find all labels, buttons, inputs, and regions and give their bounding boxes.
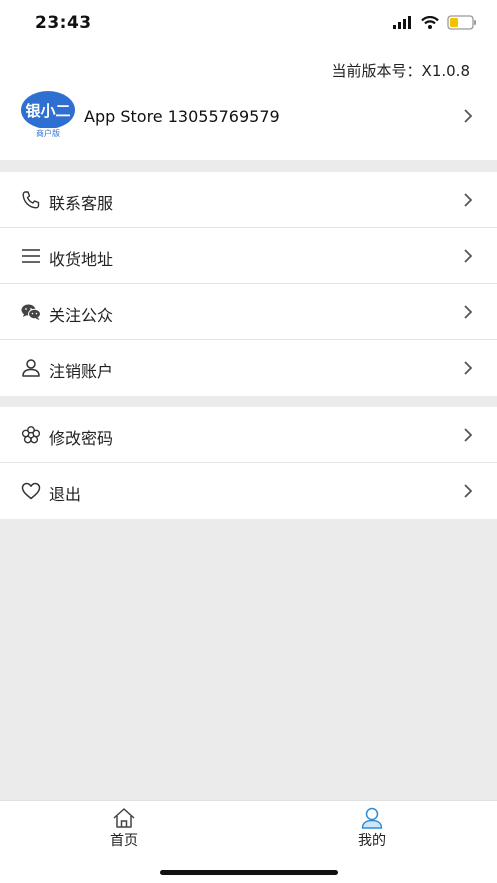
menu-item-shipping-address[interactable]: 收货地址	[0, 228, 497, 284]
chevron-right-icon	[464, 109, 473, 123]
chevron-right-icon	[464, 193, 473, 207]
status-icons	[393, 15, 477, 30]
battery-icon	[447, 15, 476, 30]
tab-label: 首页	[110, 833, 138, 849]
tab-home[interactable]: 首页	[74, 807, 174, 850]
user-icon	[22, 359, 40, 377]
menu-label: 收货地址	[49, 250, 114, 269]
menu-label: 联系客服	[49, 194, 114, 213]
menu-item-change-password[interactable]: 修改密码	[0, 407, 497, 463]
logo-main-text: 银小二	[25, 102, 70, 120]
heart-icon	[21, 482, 41, 500]
signal-icon	[393, 16, 411, 29]
home-icon	[113, 808, 135, 828]
brand-logo: 银小二 商户版	[21, 91, 75, 138]
menu-label: 关注公众	[49, 306, 114, 325]
menu-group-secondary: 修改密码 退出	[0, 407, 497, 519]
status-time: 23:43	[35, 13, 92, 33]
tab-bar: 首页 我的	[0, 800, 497, 883]
chevron-right-icon	[464, 361, 473, 375]
phone-icon	[22, 191, 40, 209]
chevron-right-icon	[464, 428, 473, 442]
wifi-icon	[421, 16, 439, 29]
menu-label: 修改密码	[49, 429, 114, 448]
tab-mine[interactable]: 我的	[322, 807, 422, 850]
profile-section: 当前版本号：X1.0.8 银小二 商户版 App Store 130557695…	[0, 48, 497, 160]
version-label: 当前版本号：X1.0.8	[331, 62, 470, 80]
account-name: App Store 13055769579	[84, 107, 280, 126]
logo-sub-text: 商户版	[36, 128, 60, 138]
menu-label: 退出	[49, 485, 82, 504]
menu-item-follow-official[interactable]: 关注公众	[0, 284, 497, 340]
profile-icon	[361, 807, 383, 829]
account-row[interactable]: 银小二 商户版 App Store 13055769579	[0, 90, 497, 142]
menu-item-logout[interactable]: 退出	[0, 463, 497, 519]
tab-label: 我的	[358, 833, 386, 849]
list-icon	[22, 249, 40, 263]
menu-item-contact-service[interactable]: 联系客服	[0, 172, 497, 228]
menu-item-cancel-account[interactable]: 注销账户	[0, 340, 497, 396]
menu-group-primary: 联系客服 收货地址 关注公众 注销账户	[0, 172, 497, 396]
chevron-right-icon	[464, 484, 473, 498]
wechat-icon	[21, 304, 41, 320]
chevron-right-icon	[464, 249, 473, 263]
menu-label: 注销账户	[49, 362, 114, 381]
chevron-right-icon	[464, 305, 473, 319]
status-bar: 23:43	[0, 0, 497, 48]
home-indicator	[160, 870, 338, 875]
flower-icon	[21, 426, 41, 444]
